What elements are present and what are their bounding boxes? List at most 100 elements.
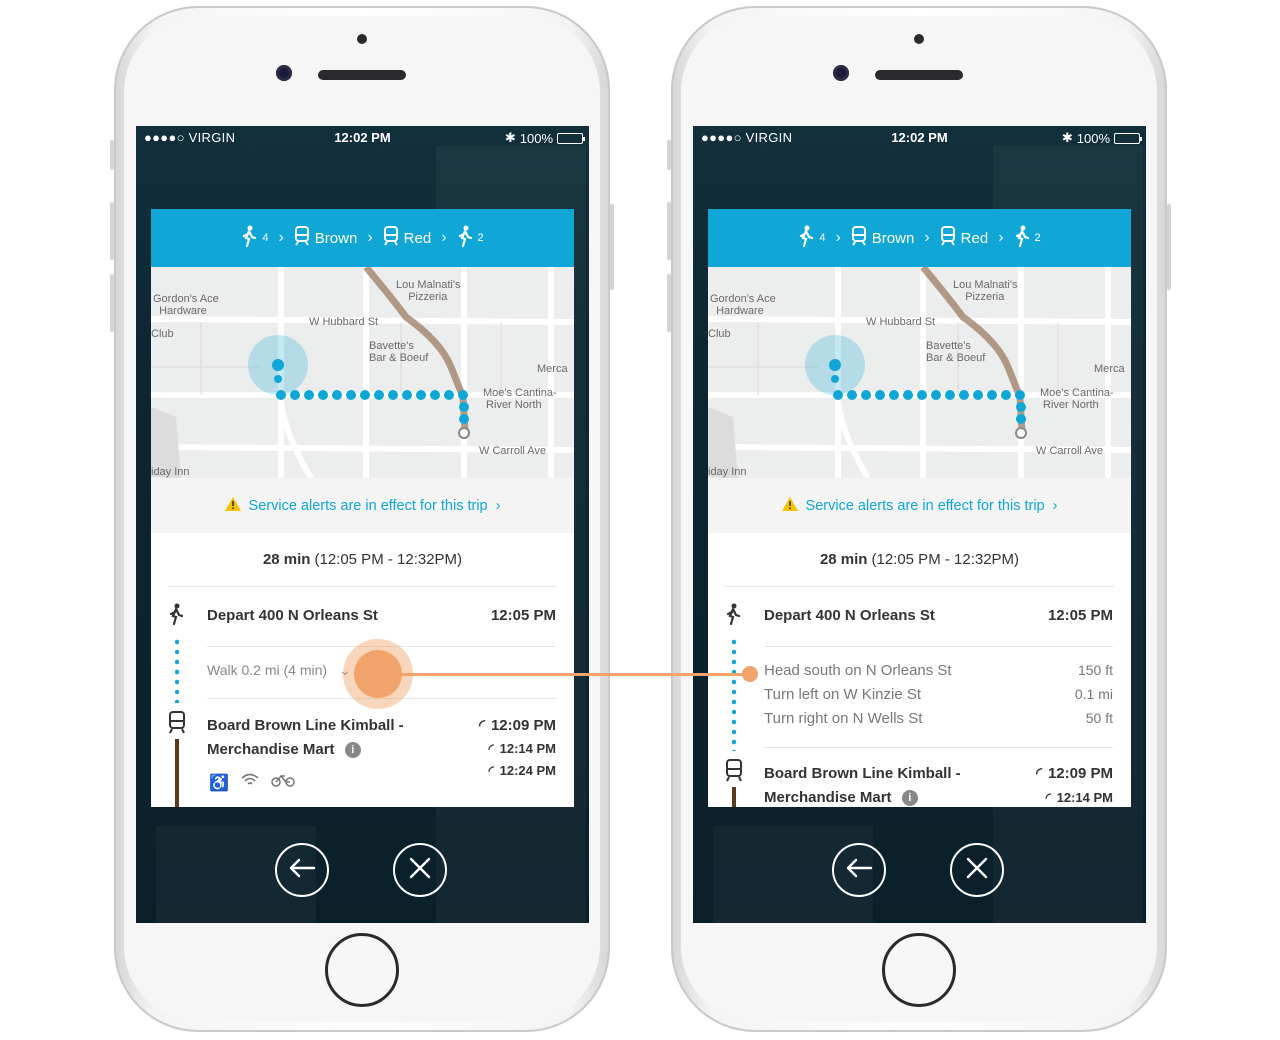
divider xyxy=(764,646,1113,647)
trip-summary-header[interactable]: 4 › Brown › Red › 2 xyxy=(708,209,1131,267)
walk-icon xyxy=(798,225,814,251)
walk-step-text: Turn right on N Wells St xyxy=(764,710,923,727)
info-icon[interactable]: i xyxy=(344,742,361,758)
realtime-icon: ◜ xyxy=(1036,765,1042,782)
close-button[interactable] xyxy=(393,843,447,897)
red-line-label: Red xyxy=(960,229,989,247)
camera-dot xyxy=(357,34,367,44)
board-time2: 12:14 PM xyxy=(1056,790,1113,805)
duration-minutes: 28 min xyxy=(262,551,311,568)
depart-label: Depart 400 N Orleans St xyxy=(207,607,378,624)
battery-percent: 100% xyxy=(1076,130,1110,146)
service-alert-link[interactable]: Service alerts are in effect for this tr… xyxy=(151,478,574,533)
amenity-icons: ♿ xyxy=(209,773,295,793)
screen-left: ●●●●○ VIRGIN 12:02 PM ✱ 100% 4 › Brown › xyxy=(136,126,589,923)
brown-line-route xyxy=(175,739,179,807)
walk-step: Head south on N Orleans St 150 ft xyxy=(764,662,1113,684)
info-icon[interactable]: i xyxy=(901,790,918,806)
board-row: Board Brown Line Kimball - Merchandise M… xyxy=(764,762,1113,807)
walk-start-minutes: 4 xyxy=(262,232,269,244)
walk-icon xyxy=(241,225,257,251)
volume-down-button xyxy=(110,274,114,332)
map-label-lou: Lou Malnati's Pizzeria xyxy=(953,279,1018,303)
volume-button xyxy=(110,140,114,170)
board-time1: 12:09 PM xyxy=(490,717,556,734)
walk-step: Turn right on N Wells St 50 ft xyxy=(764,710,1113,732)
duration-minutes: 28 min xyxy=(819,551,868,568)
depart-time: 12:05 PM xyxy=(1047,607,1113,624)
walk-segment: 4 xyxy=(241,225,268,251)
walk-start-minutes: 4 xyxy=(819,232,826,244)
map-label-merca: Merca xyxy=(537,363,568,375)
duration-range: (12:05 PM - 12:32PM) xyxy=(871,551,1020,568)
walk-step: Turn left on W Kinzie St 0.1 mi xyxy=(764,686,1113,708)
chevron-right-icon: › xyxy=(367,229,373,246)
wheelchair-icon: ♿ xyxy=(209,775,229,792)
walk-step-text: Head south on N Orleans St xyxy=(764,662,952,679)
depart-row: Depart 400 N Orleans St 12:05 PM xyxy=(207,607,556,629)
tap-indicator xyxy=(354,650,402,698)
volume-up-button xyxy=(667,202,671,260)
power-button xyxy=(610,204,614,290)
brown-line-segment: Brown xyxy=(294,226,358,250)
depart-label: Depart 400 N Orleans St xyxy=(764,607,935,624)
volume-up-button xyxy=(110,202,114,260)
walk-end-minutes: 2 xyxy=(1034,232,1041,244)
home-button[interactable] xyxy=(882,933,956,1007)
map-label-inn: iday Inn xyxy=(151,466,190,478)
train-icon xyxy=(940,226,956,250)
board-line2: Merchandise Mart xyxy=(764,789,892,806)
walk-icon xyxy=(725,603,743,626)
close-icon xyxy=(966,857,988,884)
depart-time: 12:05 PM xyxy=(490,607,556,624)
wifi-icon xyxy=(241,773,259,793)
chevron-right-icon: › xyxy=(495,497,501,514)
volume-down-button xyxy=(667,274,671,332)
board-line2: Merchandise Mart xyxy=(207,741,335,758)
map-label-club: Club xyxy=(151,328,174,340)
train-icon xyxy=(294,226,310,250)
alert-text: Service alerts are in effect for this tr… xyxy=(805,497,1045,514)
route-map[interactable]: Gordon's Ace Hardware Lou Malnati's Pizz… xyxy=(708,267,1131,478)
walk-step-distance: 50 ft xyxy=(1085,710,1113,726)
board-times: ◜ 12:09 PM ◜ 12:14 PM ◜ 12:24 PM xyxy=(475,714,556,782)
map-label-gordon: Gordon's Ace Hardware xyxy=(710,293,776,317)
map-label-carroll: W Carroll Ave xyxy=(1036,445,1104,457)
battery-percent: 100% xyxy=(519,130,553,146)
red-line-segment: Red xyxy=(940,226,989,250)
brown-line-route xyxy=(732,787,736,807)
divider xyxy=(764,747,1113,748)
home-button[interactable] xyxy=(325,933,399,1007)
trip-duration: 28 min (12:05 PM - 12:32PM) xyxy=(168,533,557,587)
screen-right: ●●●●○ VIRGIN 12:02 PM ✱ 100% 4 › Brown › xyxy=(693,126,1146,923)
alert-text: Service alerts are in effect for this tr… xyxy=(248,497,488,514)
brown-line-label: Brown xyxy=(314,229,358,247)
trip-summary-header[interactable]: 4 › Brown › Red › 2 xyxy=(151,209,574,267)
duration-range: (12:05 PM - 12:32PM) xyxy=(314,551,463,568)
battery-icon xyxy=(557,132,585,144)
walk-end-minutes: 2 xyxy=(477,232,484,244)
service-alert-link[interactable]: Service alerts are in effect for this tr… xyxy=(708,478,1131,533)
brown-line-segment: Brown xyxy=(851,226,914,250)
train-icon xyxy=(383,226,399,250)
route-map[interactable]: Gordon's Ace Hardware Lou Malnati's Pizz… xyxy=(151,267,574,478)
back-button[interactable] xyxy=(832,843,886,897)
map-label-moes: Moe's Cantina- River North xyxy=(1040,387,1114,411)
trip-card: 4 › Brown › Red › 2 Gordon's Ace Hardwar… xyxy=(708,209,1131,807)
train-icon xyxy=(851,226,867,250)
close-button[interactable] xyxy=(950,843,1004,897)
walk-step-distance: 0.1 mi xyxy=(1074,686,1113,702)
warning-icon xyxy=(224,496,241,515)
walk-route-line xyxy=(732,637,736,751)
status-bar: ●●●●○ VIRGIN 12:02 PM ✱ 100% xyxy=(693,126,1146,150)
map-label-bavette: Bavette's Bar & Boeuf xyxy=(926,340,986,364)
volume-button xyxy=(667,140,671,170)
warning-icon xyxy=(781,496,798,515)
realtime-icon: ◜ xyxy=(488,741,494,756)
train-icon xyxy=(168,711,186,734)
walk-segment-end: 2 xyxy=(457,225,484,251)
map-label-inn: iday Inn xyxy=(708,466,747,478)
map-label-gordon: Gordon's Ace Hardware xyxy=(153,293,219,317)
back-button[interactable] xyxy=(275,843,329,897)
map-label-merca: Merca xyxy=(1094,363,1125,375)
